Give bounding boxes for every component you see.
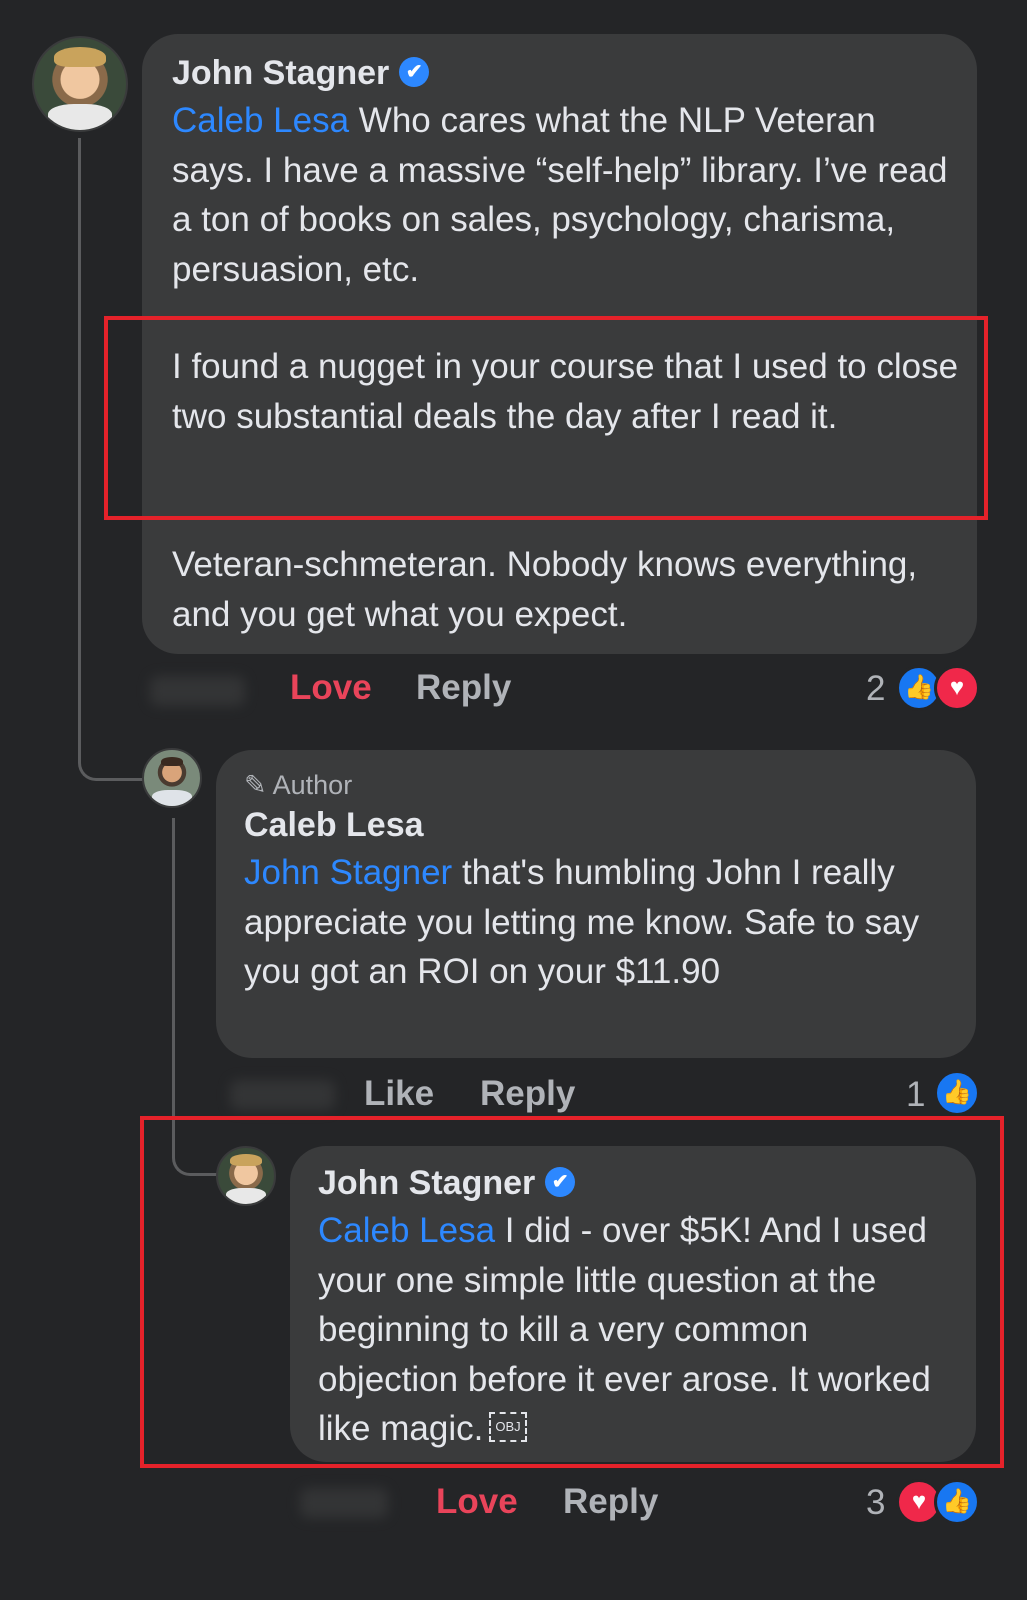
timestamp-blurred <box>230 1080 335 1110</box>
reply-button[interactable]: Reply <box>416 668 511 708</box>
reaction-count[interactable]: 3 <box>866 1483 885 1523</box>
reply-button[interactable]: Reply <box>480 1074 575 1114</box>
timestamp-blurred <box>150 676 245 706</box>
like-icon: 👍 <box>934 1479 980 1525</box>
pencil-icon: ✎ <box>244 770 267 800</box>
comment-text: John Stagner that's humbling John I real… <box>244 853 920 991</box>
verified-badge-icon: ✔ <box>399 57 430 88</box>
reaction-count[interactable]: 1 <box>906 1075 925 1115</box>
author-badge: ✎ Author <box>244 770 353 800</box>
mention-link[interactable]: John Stagner <box>244 853 452 892</box>
avatar-john-stagner[interactable] <box>32 36 128 132</box>
highlight-box <box>140 1116 1004 1468</box>
highlight-box <box>104 316 988 520</box>
love-button[interactable]: Love <box>290 668 372 708</box>
reply-button[interactable]: Reply <box>563 1482 658 1522</box>
comment-author-name[interactable]: John Stagner <box>172 54 389 92</box>
mention-link[interactable]: Caleb Lesa <box>172 101 349 140</box>
comment-text-paragraph-1: Caleb Lesa Who cares what the NLP Vetera… <box>172 101 948 289</box>
like-button[interactable]: Like <box>364 1074 434 1114</box>
love-button[interactable]: Love <box>436 1482 518 1522</box>
comment-author-name[interactable]: Caleb Lesa <box>244 806 424 845</box>
like-icon: 👍 <box>934 1070 980 1116</box>
love-icon: ♥ <box>934 665 980 711</box>
comment-text-paragraph-3: Veteran-schmeteran. Nobody knows everyth… <box>172 545 918 634</box>
timestamp-blurred <box>300 1488 388 1518</box>
avatar-caleb-lesa[interactable] <box>142 748 202 808</box>
reaction-count[interactable]: 2 <box>866 669 885 709</box>
reply-bubble: ✎ Author Caleb Lesa John Stagner that's … <box>216 750 976 1058</box>
